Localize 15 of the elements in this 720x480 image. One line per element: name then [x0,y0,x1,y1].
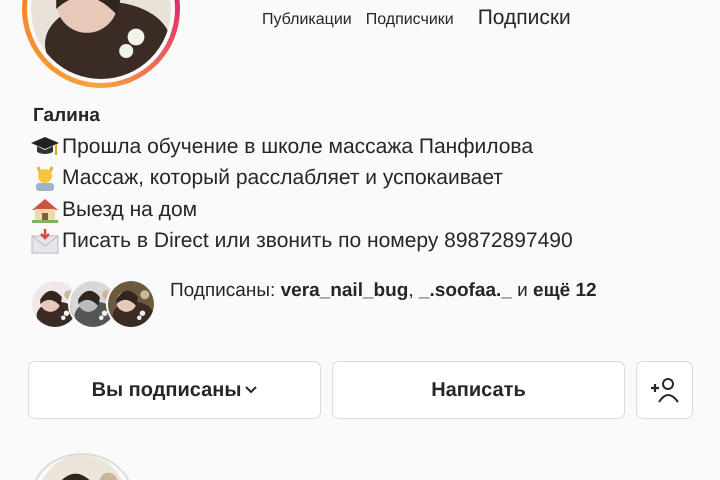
bio-line: Писать в Direct или звонить по номеру 89872897490 [62,229,573,254]
followed-by-text[interactable]: Подписаны: vera_nail_bug, _.soofaa._ и ещё 12 [170,277,710,305]
message-button[interactable]: Написать [332,361,625,419]
stat-label[interactable]: Публикации [262,11,352,29]
following-button[interactable]: Вы подписаны [28,361,321,419]
bio-line: Выезд на дом [62,198,198,222]
caret-icon [245,386,258,394]
bio-line: Массаж, который расслабляет и успокаивает [62,166,503,190]
add-person-button[interactable] [636,361,693,419]
add-person-icon [650,377,680,403]
stat-label[interactable]: Подписки [478,6,571,30]
stat-label[interactable]: Подписчики [366,11,454,29]
profile-name: Галина [33,105,101,127]
envelope-icon [30,227,60,256]
bio-line: Прошла обучение в школе массажа Панфилова [62,134,534,159]
